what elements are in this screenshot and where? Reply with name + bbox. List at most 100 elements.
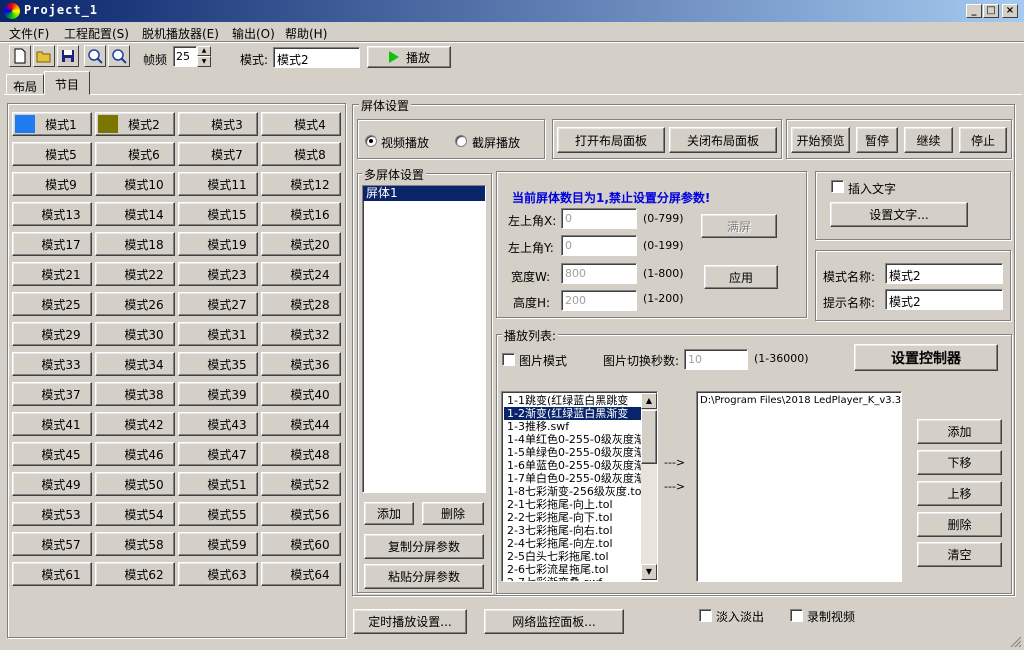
paste-split-params-button[interactable]: 粘贴分屏参数 bbox=[364, 564, 484, 589]
timer-play-button[interactable]: 定时播放设置... bbox=[353, 609, 467, 634]
mode-button[interactable]: 模式31 bbox=[178, 322, 258, 346]
mode-button[interactable]: 模式21 bbox=[12, 262, 92, 286]
mode-button[interactable]: 模式29 bbox=[12, 322, 92, 346]
mode-button[interactable]: 模式40 bbox=[261, 382, 341, 406]
playlist-file-item[interactable]: D:\Program Files\2018 LedPlayer_K_v3.34 bbox=[697, 394, 901, 407]
close-button[interactable]: × bbox=[1002, 4, 1018, 18]
mode-button[interactable]: 模式64 bbox=[261, 562, 341, 586]
pause-button[interactable]: 暂停 bbox=[856, 127, 898, 153]
mode-button[interactable]: 模式13 bbox=[12, 202, 92, 226]
mode-button[interactable]: 模式28 bbox=[261, 292, 341, 316]
menu-file[interactable]: 文件(F) bbox=[9, 25, 49, 42]
mode-button[interactable]: 模式37 bbox=[12, 382, 92, 406]
mode-button[interactable]: 模式6 bbox=[95, 142, 175, 166]
effect-list-item[interactable]: 1-6单蓝色0-255-0级灰度渐 bbox=[504, 459, 641, 472]
menu-project-config[interactable]: 工程配置(S) bbox=[64, 25, 129, 42]
mode-button[interactable]: 模式48 bbox=[261, 442, 341, 466]
mode-button[interactable]: 模式56 bbox=[261, 502, 341, 526]
mode-button[interactable]: 模式47 bbox=[178, 442, 258, 466]
mode-button[interactable]: 模式24 bbox=[261, 262, 341, 286]
scroll-down-icon[interactable]: ▼ bbox=[641, 564, 657, 580]
mode-button[interactable]: 模式17 bbox=[12, 232, 92, 256]
mode-button[interactable]: 模式1 bbox=[12, 112, 92, 136]
resume-button[interactable]: 继续 bbox=[904, 127, 953, 153]
mode-button[interactable]: 模式3 bbox=[178, 112, 258, 136]
fullscreen-button[interactable]: 满屏 bbox=[701, 214, 777, 238]
mode-button[interactable]: 模式62 bbox=[95, 562, 175, 586]
screen-list-item[interactable]: 屏体1 bbox=[363, 186, 485, 201]
mode-button[interactable]: 模式42 bbox=[95, 412, 175, 436]
zoom-out-button[interactable] bbox=[108, 45, 130, 67]
mode-button[interactable]: 模式54 bbox=[95, 502, 175, 526]
mode-button[interactable]: 模式41 bbox=[12, 412, 92, 436]
copy-split-params-button[interactable]: 复制分屏参数 bbox=[364, 534, 484, 559]
mode-button[interactable]: 模式18 bbox=[95, 232, 175, 256]
mode-button[interactable]: 模式23 bbox=[178, 262, 258, 286]
effect-list-item[interactable]: 2-4七彩拖尾-向左.tol bbox=[504, 537, 641, 550]
menu-offline-player[interactable]: 脱机播放器(E) bbox=[142, 25, 219, 42]
mode-button[interactable]: 模式4 bbox=[261, 112, 341, 136]
playlist-add-button[interactable]: 添加 bbox=[917, 419, 1002, 444]
mode-button[interactable]: 模式38 bbox=[95, 382, 175, 406]
effects-scrollbar[interactable]: ▲ ▼ bbox=[641, 393, 657, 580]
mode-button[interactable]: 模式30 bbox=[95, 322, 175, 346]
mode-button[interactable]: 模式22 bbox=[95, 262, 175, 286]
capture-play-radio[interactable] bbox=[455, 135, 467, 147]
screen-add-button[interactable]: 添加 bbox=[364, 502, 414, 525]
mode-button[interactable]: 模式44 bbox=[261, 412, 341, 436]
mode-button[interactable]: 模式43 bbox=[178, 412, 258, 436]
effect-list-item[interactable]: 1-2渐变(红绿蓝白黑渐变 bbox=[504, 407, 641, 420]
width-input[interactable]: 800 bbox=[561, 263, 637, 284]
fps-spinner[interactable]: ▲ ▼ bbox=[197, 46, 211, 67]
mode-button[interactable]: 模式9 bbox=[12, 172, 92, 196]
mode-button[interactable]: 模式2 bbox=[95, 112, 175, 136]
new-file-button[interactable] bbox=[9, 45, 31, 67]
mode-button[interactable]: 模式58 bbox=[95, 532, 175, 556]
playlist-move-down-button[interactable]: 下移 bbox=[917, 450, 1002, 475]
mode-button[interactable]: 模式12 bbox=[261, 172, 341, 196]
mode-button[interactable]: 模式34 bbox=[95, 352, 175, 376]
mode-button[interactable]: 模式59 bbox=[178, 532, 258, 556]
effect-list-item[interactable]: 2-1七彩拖尾-向上.tol bbox=[504, 498, 641, 511]
image-mode-checkbox[interactable] bbox=[502, 353, 515, 366]
mode-button[interactable]: 模式7 bbox=[178, 142, 258, 166]
play-button[interactable]: 播放 bbox=[367, 46, 451, 68]
effect-list-item[interactable]: 1-5单绿色0-255-0级灰度渐 bbox=[504, 446, 641, 459]
menu-help[interactable]: 帮助(H) bbox=[285, 25, 327, 42]
start-preview-button[interactable]: 开始预览 bbox=[791, 127, 850, 153]
effect-list-item[interactable]: 2-3七彩拖尾-向右.tol bbox=[504, 524, 641, 537]
effect-list-item[interactable]: 1-1跳变(红绿蓝白黑跳变 bbox=[504, 394, 641, 407]
open-layout-button[interactable]: 打开布局面板 bbox=[557, 127, 665, 153]
open-file-button[interactable] bbox=[33, 45, 55, 67]
mode-button[interactable]: 模式14 bbox=[95, 202, 175, 226]
mode-button[interactable]: 模式36 bbox=[261, 352, 341, 376]
scroll-thumb[interactable] bbox=[641, 410, 657, 464]
scroll-up-icon[interactable]: ▲ bbox=[641, 393, 657, 409]
screen-delete-button[interactable]: 删除 bbox=[422, 502, 484, 525]
mode-button[interactable]: 模式50 bbox=[95, 472, 175, 496]
close-layout-button[interactable]: 关闭布局面板 bbox=[669, 127, 777, 153]
fps-input[interactable]: 25 bbox=[173, 46, 197, 67]
network-monitor-button[interactable]: 网络监控面板... bbox=[484, 609, 624, 634]
menu-output[interactable]: 输出(O) bbox=[232, 25, 275, 42]
zoom-in-button[interactable] bbox=[84, 45, 106, 67]
mode-button[interactable]: 模式25 bbox=[12, 292, 92, 316]
mode-button[interactable]: 模式51 bbox=[178, 472, 258, 496]
effect-list-item[interactable]: 2-6七彩流星拖尾.tol bbox=[504, 563, 641, 576]
set-text-button[interactable]: 设置文字... bbox=[830, 202, 968, 227]
mode-button[interactable]: 模式63 bbox=[178, 562, 258, 586]
mode-button[interactable]: 模式20 bbox=[261, 232, 341, 256]
mode-button[interactable]: 模式8 bbox=[261, 142, 341, 166]
mode-button[interactable]: 模式15 bbox=[178, 202, 258, 226]
mode-button[interactable]: 模式57 bbox=[12, 532, 92, 556]
video-play-radio[interactable] bbox=[365, 135, 377, 147]
spin-down-icon[interactable]: ▼ bbox=[197, 56, 211, 67]
mode-button[interactable]: 模式19 bbox=[178, 232, 258, 256]
mode-button[interactable]: 模式35 bbox=[178, 352, 258, 376]
save-button[interactable] bbox=[57, 45, 79, 67]
mode-button[interactable]: 模式32 bbox=[261, 322, 341, 346]
playlist-move-up-button[interactable]: 上移 bbox=[917, 481, 1002, 506]
tab-program[interactable]: 节目 bbox=[44, 71, 90, 95]
mode-name-input[interactable]: 模式2 bbox=[885, 263, 1003, 284]
mode-button[interactable]: 模式26 bbox=[95, 292, 175, 316]
